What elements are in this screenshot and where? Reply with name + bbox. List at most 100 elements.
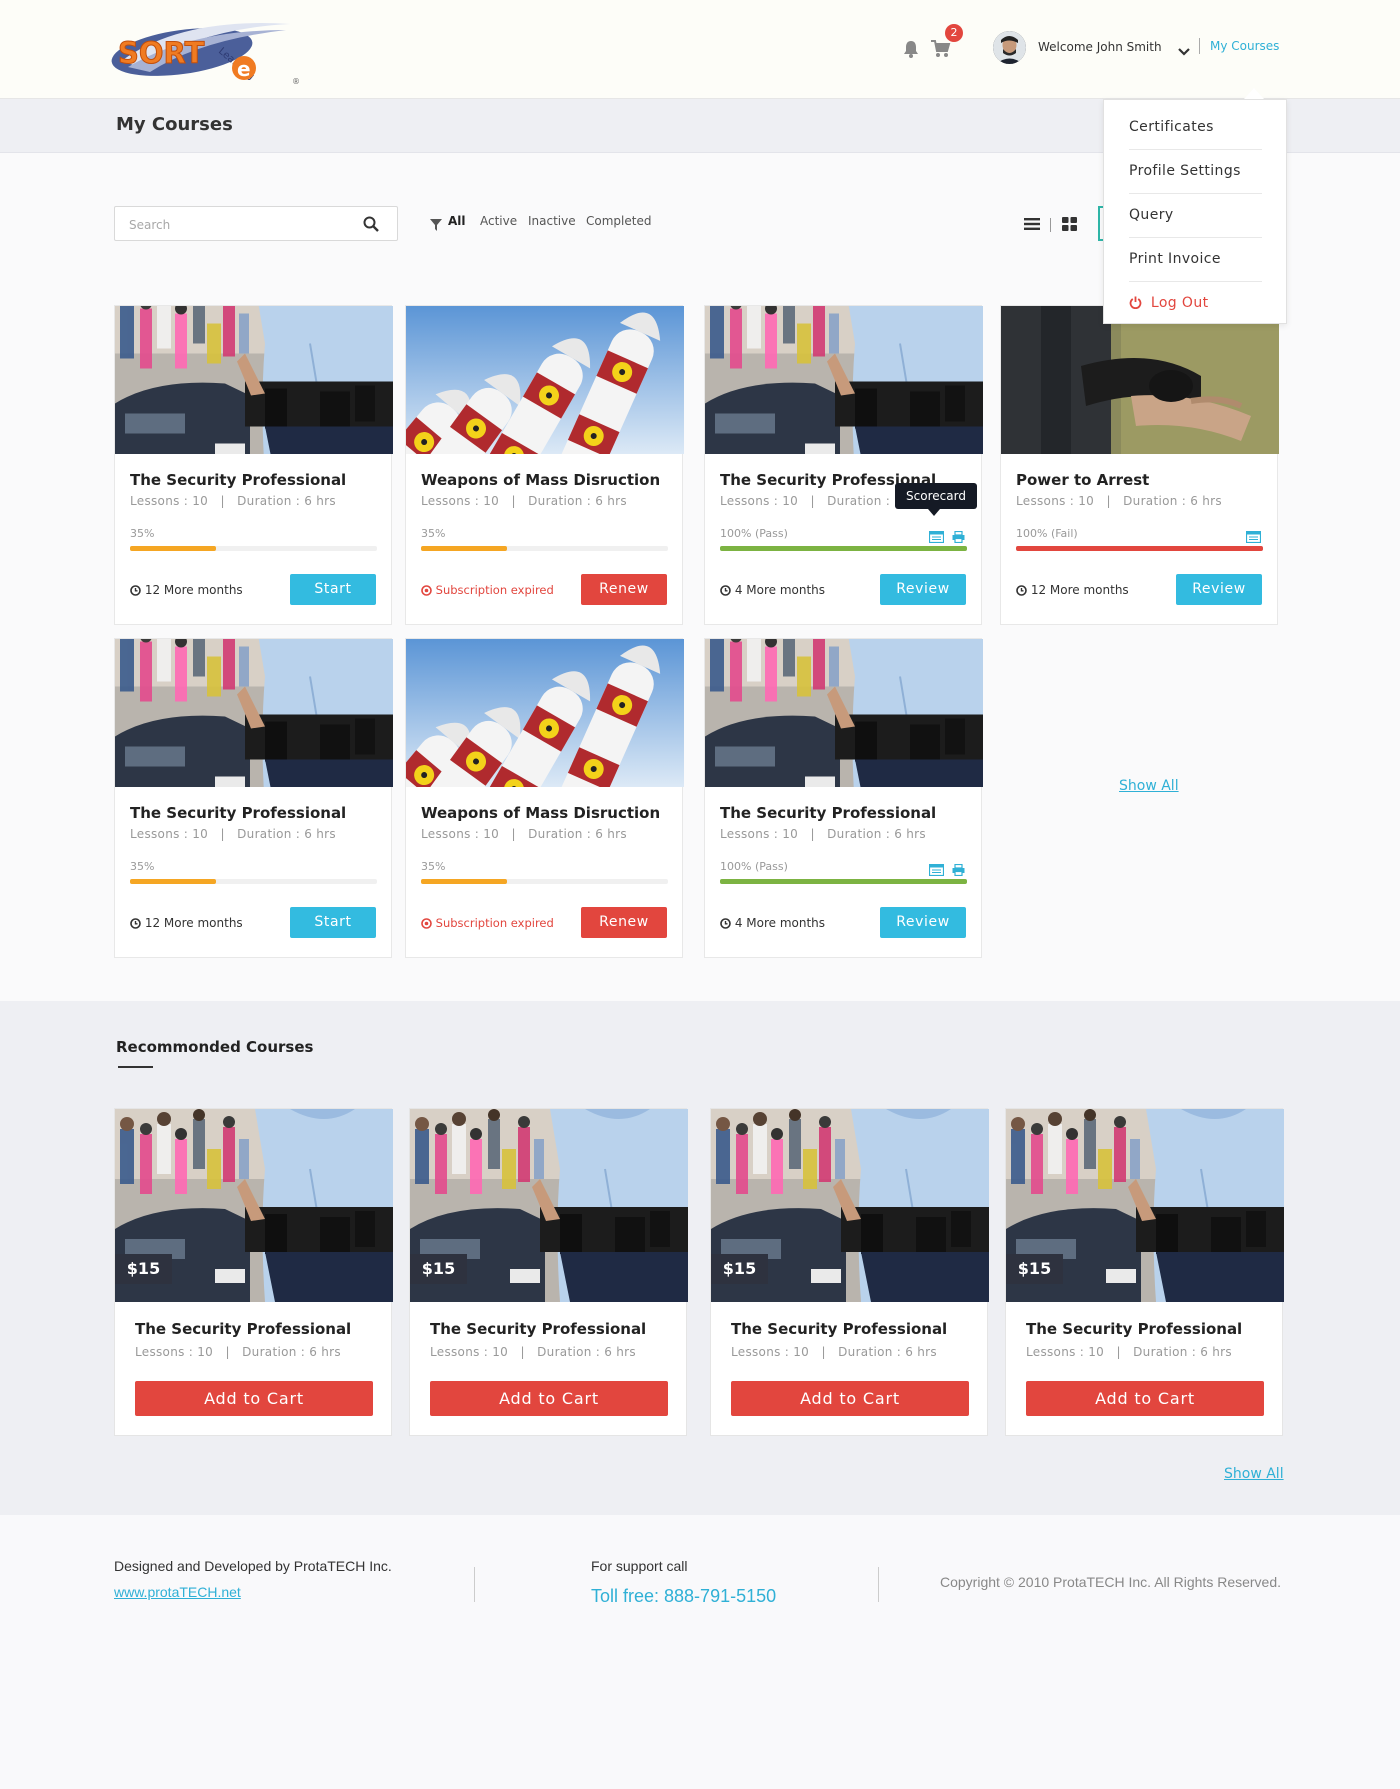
status-text: Subscription expired [435, 916, 554, 930]
progress-bar [421, 879, 668, 884]
progress-fill [130, 546, 217, 551]
sort-elearning-logo[interactable]: SORT Learning e ® [110, 22, 300, 86]
title-underline [118, 1066, 153, 1068]
course-card[interactable]: The Security Professional Lessons : 10 |… [704, 305, 983, 625]
course-thumbnail[interactable] [406, 306, 684, 454]
scorecard-icon[interactable] [1245, 528, 1262, 547]
footer-copyright: Copyright © 2010 ProtaTECH Inc. All Righ… [940, 1574, 1282, 1590]
course-card[interactable]: Weapons of Mass Disruction Lessons : 10 … [405, 305, 684, 625]
review-button[interactable]: Review [880, 574, 966, 605]
filter-inactive[interactable]: Inactive [528, 214, 576, 228]
chevron-down-icon[interactable] [1178, 42, 1190, 56]
progress-bar [421, 546, 668, 551]
course-title[interactable]: Weapons of Mass Disruction [421, 804, 660, 822]
logo-wordmark: SORT [118, 36, 205, 70]
course-card[interactable]: The Security Professional Lessons : 10 |… [704, 638, 983, 958]
review-button[interactable]: Review [880, 907, 966, 938]
recommended-title: Recommonded Courses [116, 1038, 314, 1056]
add-to-cart-button[interactable]: Add to Cart [135, 1381, 373, 1416]
clock-icon [720, 585, 731, 599]
course-thumbnail[interactable] [705, 639, 983, 787]
recommended-card[interactable]: $15 The Security Professional Lessons : … [1005, 1108, 1284, 1436]
filter-all[interactable]: All [448, 214, 466, 228]
progress-fill [421, 879, 508, 884]
course-title[interactable]: The Security Professional [130, 471, 346, 489]
progress-fill [421, 546, 508, 551]
course-meta: Lessons : 10 | Duration : 6 hrs [421, 494, 627, 508]
course-thumbnail[interactable] [705, 306, 983, 454]
course-title[interactable]: Power to Arrest [1016, 471, 1149, 489]
recommended-card[interactable]: $15 The Security Professional Lessons : … [710, 1108, 989, 1436]
course-card[interactable]: Weapons of Mass Disruction Lessons : 10 … [405, 638, 684, 958]
course-title[interactable]: The Security Professional [720, 804, 936, 822]
progress-fill [720, 546, 967, 551]
course-title[interactable]: The Security Professional [1026, 1320, 1242, 1338]
expired-icon [421, 918, 432, 932]
welcome-text[interactable]: Welcome John Smith [1038, 40, 1162, 54]
add-to-cart-button[interactable]: Add to Cart [430, 1381, 668, 1416]
course-thumbnail[interactable] [115, 306, 393, 454]
scorecard-tooltip: Scorecard [895, 483, 977, 509]
filter-completed[interactable]: Completed [586, 214, 651, 228]
cart-icon[interactable] [931, 40, 951, 58]
progress-label: 35% [421, 527, 446, 540]
renew-button[interactable]: Renew [581, 907, 667, 938]
search-icon[interactable] [363, 216, 379, 232]
list-view-icon[interactable] [1024, 216, 1040, 230]
course-card[interactable]: The Security Professional Lessons : 10 |… [114, 305, 393, 625]
course-status: 12 More months [1016, 583, 1129, 599]
course-title[interactable]: The Security Professional [731, 1320, 947, 1338]
review-button[interactable]: Review [1176, 574, 1262, 605]
course-meta: Lessons : 10 | Duration : 6 hrs [720, 827, 926, 841]
print-icon[interactable] [952, 528, 965, 547]
status-text: Subscription expired [435, 583, 554, 597]
cart-count-badge: 2 [945, 24, 963, 42]
footer-website-link[interactable]: www.protaTECH.net [114, 1584, 241, 1600]
course-title[interactable]: The Security Professional [135, 1320, 351, 1338]
recommended-card[interactable]: $15 The Security Professional Lessons : … [114, 1108, 393, 1436]
menu-item-query[interactable]: Query [1129, 194, 1262, 238]
header-divider [1199, 38, 1200, 54]
print-icon[interactable] [952, 861, 965, 880]
recommended-card[interactable]: $15 The Security Professional Lessons : … [409, 1108, 688, 1436]
course-meta: Lessons : 10 | Duration : 6 hrs [421, 827, 627, 841]
my-courses-link[interactable]: My Courses [1210, 39, 1279, 53]
scorecard-icon[interactable] [928, 528, 945, 547]
footer-designed-by: Designed and Developed by ProtaTECH Inc. [114, 1558, 392, 1574]
course-title[interactable]: The Security Professional [130, 804, 346, 822]
renew-button[interactable]: Renew [581, 574, 667, 605]
start-button[interactable]: Start [290, 907, 376, 938]
price-tag: $15 [410, 1254, 467, 1284]
scorecard-icon[interactable] [928, 861, 945, 880]
search-input[interactable] [127, 207, 361, 242]
menu-item-profile-settings[interactable]: Profile Settings [1129, 150, 1262, 194]
bell-icon[interactable] [903, 40, 919, 58]
course-thumbnail[interactable] [115, 639, 393, 787]
show-all-courses-link[interactable]: Show All [1119, 778, 1179, 794]
price-tag: $15 [1006, 1254, 1063, 1284]
show-all-recommended-link[interactable]: Show All [1224, 1466, 1284, 1482]
menu-item-log-out[interactable]: Log Out [1129, 282, 1262, 325]
course-status: 12 More months [130, 916, 243, 932]
svg-text:e: e [237, 57, 251, 81]
clock-icon [130, 918, 141, 932]
course-card[interactable]: The Security Professional Lessons : 10 |… [114, 638, 393, 958]
menu-item-certificates[interactable]: Certificates [1129, 106, 1262, 150]
course-card[interactable]: Power to Arrest Lessons : 10 | Duration … [1000, 305, 1279, 625]
course-thumbnail[interactable] [1001, 306, 1279, 454]
clock-icon [720, 918, 731, 932]
status-text: 12 More months [1030, 583, 1129, 597]
course-thumbnail[interactable] [406, 639, 684, 787]
course-title[interactable]: The Security Professional [430, 1320, 646, 1338]
course-title[interactable]: Weapons of Mass Disruction [421, 471, 660, 489]
footer-toll-free[interactable]: Toll free: 888-791-5150 [591, 1586, 776, 1607]
footer [0, 1515, 1400, 1789]
avatar[interactable] [993, 31, 1026, 64]
course-meta: Lessons : 10 | Duration : 6 hrs [135, 1345, 341, 1359]
grid-view-icon[interactable] [1062, 216, 1077, 231]
filter-active[interactable]: Active [480, 214, 517, 228]
add-to-cart-button[interactable]: Add to Cart [731, 1381, 969, 1416]
add-to-cart-button[interactable]: Add to Cart [1026, 1381, 1264, 1416]
start-button[interactable]: Start [290, 574, 376, 605]
menu-item-print-invoice[interactable]: Print Invoice [1129, 238, 1262, 282]
